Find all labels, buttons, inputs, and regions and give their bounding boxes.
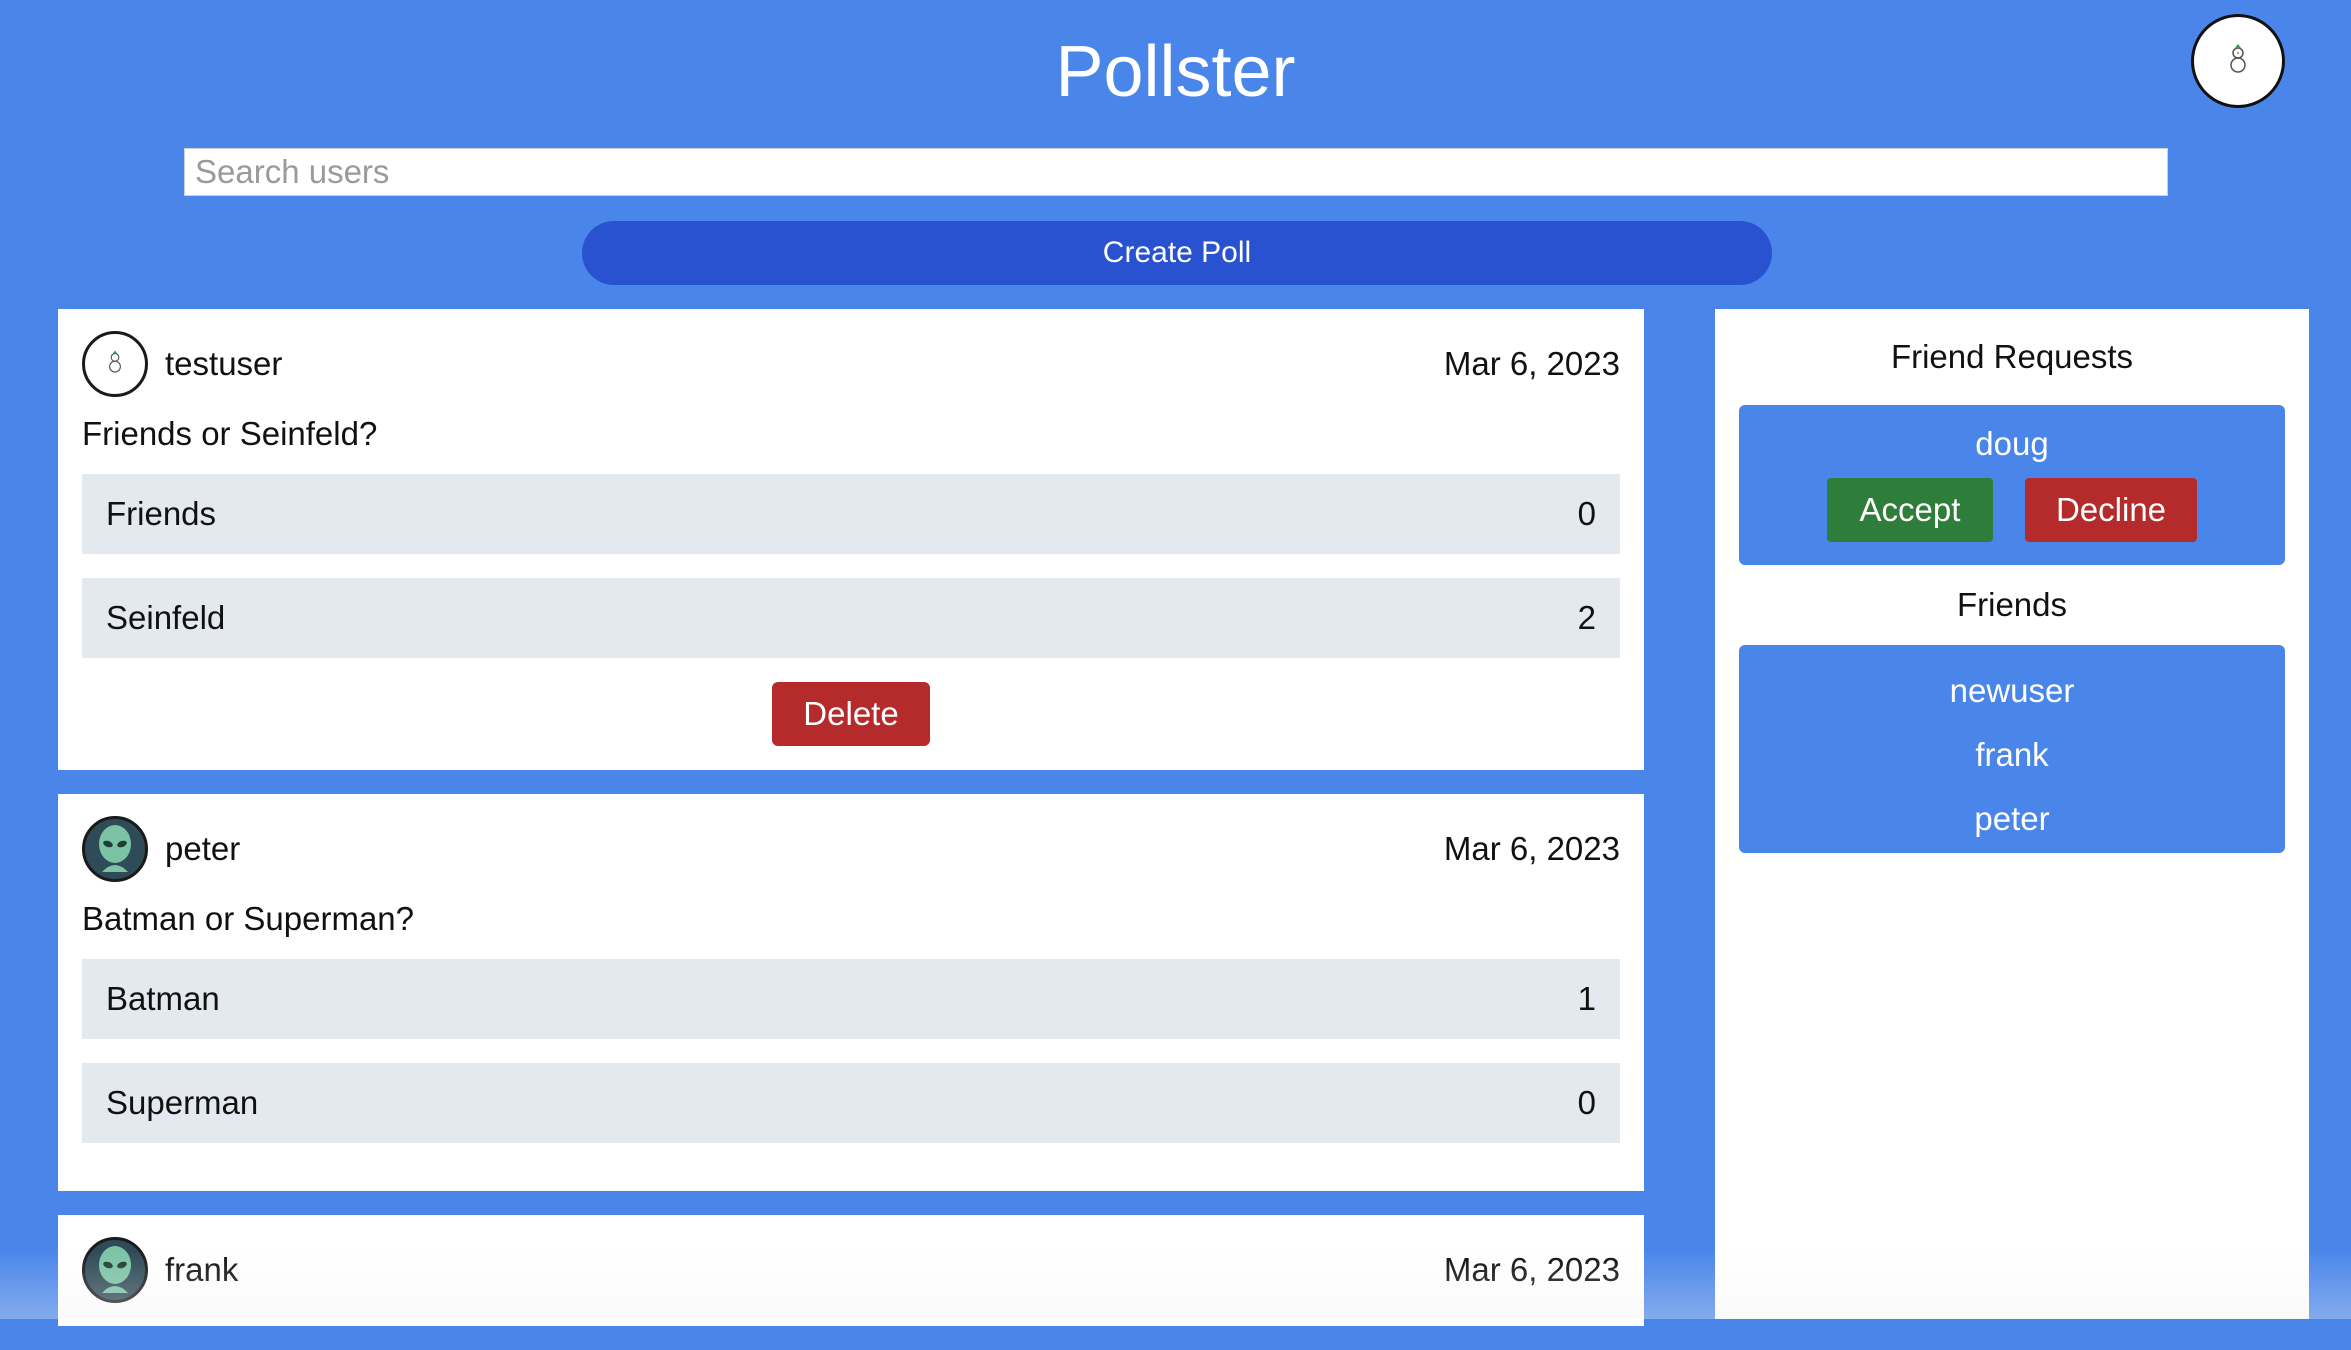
- poll-username[interactable]: testuser: [165, 345, 1444, 383]
- poll-card: peter Mar 6, 2023 Batman or Superman? Ba…: [58, 794, 1644, 1191]
- poll-username[interactable]: peter: [165, 830, 1444, 868]
- poll-header: testuser Mar 6, 2023: [82, 331, 1620, 397]
- poll-date: Mar 6, 2023: [1443, 1251, 1620, 1288]
- sidebar: Friend Requests doug Accept Decline Frie…: [1715, 309, 2309, 1319]
- option-label: Batman: [106, 980, 220, 1017]
- poll-option[interactable]: Superman 0: [82, 1063, 1620, 1143]
- poll-option[interactable]: Friends 0: [82, 474, 1620, 554]
- option-vote-count: 2: [1577, 599, 1596, 636]
- poll-header: frank Mar 6, 2023: [82, 1237, 1620, 1303]
- snowman-icon: [2225, 43, 2251, 79]
- friends-list: newuser frank peter: [1739, 645, 2285, 853]
- option-label: Seinfeld: [106, 599, 226, 636]
- search-input[interactable]: [184, 148, 2168, 196]
- alien-icon: [92, 822, 138, 877]
- poll-card: frank Mar 6, 2023: [58, 1215, 1644, 1326]
- option-vote-count: 1: [1577, 980, 1596, 1017]
- create-poll-button[interactable]: Create Poll: [582, 221, 1772, 285]
- friend-requests-heading: Friend Requests: [1890, 338, 2134, 375]
- poll-option[interactable]: Batman 1: [82, 959, 1620, 1039]
- option-vote-count: 0: [1577, 1084, 1596, 1121]
- friend-item[interactable]: frank: [1739, 723, 2285, 787]
- poll-card: testuser Mar 6, 2023 Friends or Seinfeld…: [58, 309, 1644, 770]
- delete-row: Delete: [82, 682, 1620, 746]
- decline-button[interactable]: Decline: [2025, 478, 2197, 542]
- alien-icon: [92, 1243, 138, 1298]
- option-label: Superman: [106, 1084, 259, 1121]
- delete-poll-button[interactable]: Delete: [772, 682, 930, 746]
- friend-item[interactable]: peter: [1739, 787, 2285, 851]
- poll-date: Mar 6, 2023: [1443, 830, 1620, 867]
- poll-header: peter Mar 6, 2023: [82, 816, 1620, 882]
- poll-option[interactable]: Seinfeld 2: [82, 578, 1620, 658]
- option-label: Friends: [106, 495, 217, 532]
- user-avatar[interactable]: [82, 1237, 148, 1303]
- friends-heading: Friends: [1956, 586, 2068, 623]
- poll-date: Mar 6, 2023: [1443, 345, 1620, 382]
- poll-question: Friends or Seinfeld?: [82, 415, 378, 452]
- option-vote-count: 0: [1577, 495, 1596, 532]
- poll-username[interactable]: frank: [165, 1251, 1444, 1289]
- accept-button[interactable]: Accept: [1827, 478, 1993, 542]
- profile-avatar[interactable]: [2191, 14, 2285, 108]
- request-username[interactable]: doug: [1739, 419, 2285, 469]
- user-avatar[interactable]: [82, 331, 148, 397]
- app-title: Pollster: [1055, 32, 1296, 112]
- poll-options: Batman 1 Superman 0: [82, 959, 1620, 1143]
- snowman-icon: [105, 349, 125, 379]
- friend-request-item: doug Accept Decline: [1739, 405, 2285, 565]
- user-avatar[interactable]: [82, 816, 148, 882]
- friend-item[interactable]: newuser: [1739, 659, 2285, 723]
- poll-feed: testuser Mar 6, 2023 Friends or Seinfeld…: [58, 309, 1644, 1350]
- poll-question: Batman or Superman?: [82, 900, 415, 937]
- poll-options: Friends 0 Seinfeld 2: [82, 474, 1620, 658]
- request-actions: Accept Decline: [1739, 478, 2285, 542]
